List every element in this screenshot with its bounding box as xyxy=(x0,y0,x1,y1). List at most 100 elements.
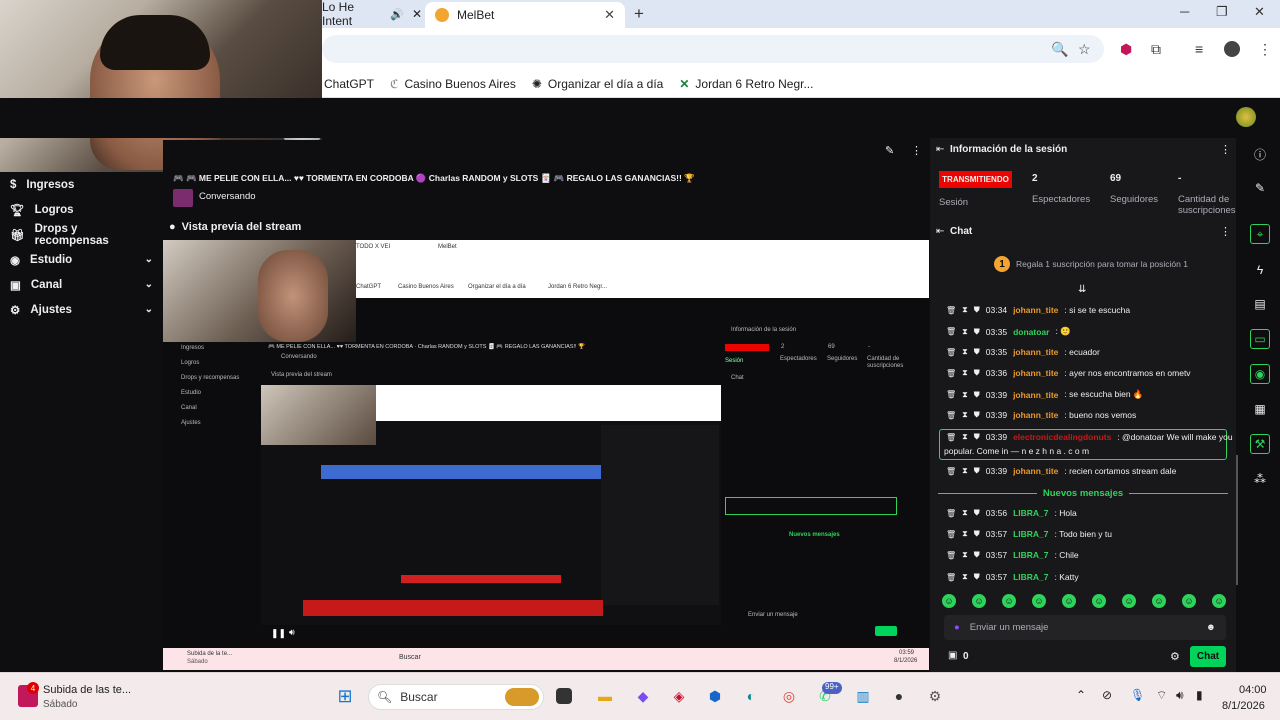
browser-tab-prev[interactable]: Lo He Intent 🔊 ✕ xyxy=(322,0,422,28)
camera-icon[interactable]: ⌖ xyxy=(1250,224,1270,244)
stack-icon[interactable]: ▦ xyxy=(1250,399,1270,419)
message-username[interactable]: donatoar xyxy=(1013,327,1049,337)
chat-collapse-icon[interactable]: ⇤ xyxy=(936,226,944,237)
chat-message[interactable]: 🗑 ⧗ ⛊ 03:39 johann_tite: recien cortamos str… xyxy=(946,466,1176,476)
delete-icon[interactable]: 🗑 xyxy=(946,509,956,518)
search-icon[interactable]: 🔍 xyxy=(1051,41,1068,58)
timeout-icon[interactable]: ⧗ xyxy=(962,508,968,518)
chat-settings-icon[interactable]: ⚙ xyxy=(1170,650,1180,663)
delete-icon[interactable]: 🗑 xyxy=(946,530,956,539)
delete-icon[interactable]: 🗑 xyxy=(946,411,956,420)
delete-icon[interactable]: 🗑 xyxy=(946,327,956,336)
user-avatar[interactable] xyxy=(1236,107,1256,127)
more-icon[interactable]: ⋮ xyxy=(1220,143,1231,156)
stream-category[interactable]: Conversando xyxy=(199,191,256,202)
message-username[interactable]: johann_tite xyxy=(1013,466,1058,476)
bookmark-casino[interactable]: ℭ Casino Buenos Aires xyxy=(390,77,516,91)
browser-tab-active[interactable]: MelBet ✕ xyxy=(425,2,625,28)
delete-icon[interactable]: 🗑 xyxy=(946,348,956,357)
channel-points-icon[interactable]: ▣ xyxy=(948,650,957,661)
message-username[interactable]: johann_tite xyxy=(1013,390,1058,400)
tab-close-icon[interactable]: ✕ xyxy=(604,7,615,23)
stream-preview[interactable]: TODO X VEI MelBet ChatGPT Casino Buenos … xyxy=(163,240,929,670)
minimize-icon[interactable]: ─ xyxy=(1180,4,1189,19)
document-icon[interactable]: ▤ xyxy=(1250,294,1270,314)
copilot-icon[interactable]: ◆ xyxy=(632,685,654,707)
message-username[interactable]: johann_tite xyxy=(1013,347,1058,357)
delete-icon[interactable]: 🗑 xyxy=(946,433,956,442)
message-username[interactable]: johann_tite xyxy=(1013,305,1058,315)
broadcast-icon[interactable]: ◉ xyxy=(1250,364,1270,384)
sidebar-item-estudio[interactable]: ◉ Estudio ⌄ xyxy=(0,247,163,272)
message-username[interactable]: LIBRA_7 xyxy=(1013,572,1048,582)
message-username[interactable]: LIBRA_7 xyxy=(1013,550,1048,560)
message-username[interactable]: johann_tite xyxy=(1013,410,1058,420)
sidebar-item-ingresos[interactable]: $ Ingresos xyxy=(0,172,163,197)
emote-icon[interactable]: ☺ xyxy=(942,594,956,608)
delete-icon[interactable]: 🗑 xyxy=(946,306,956,315)
chat-message[interactable]: 🗑 ⧗ ⛊ 03:39 johann_tite: se escucha bien 🔥 xyxy=(946,389,1144,400)
sidebar-item-canal[interactable]: ▣ Canal ⌄ xyxy=(0,272,163,297)
new-tab-button[interactable]: + xyxy=(634,4,644,24)
chat-message[interactable]: 🗑 ⧗ ⛊ 03:34 johann_tite: si se te escucha xyxy=(946,305,1130,315)
taskbar-search[interactable]: 🔍︎ Buscar xyxy=(368,684,544,710)
edit-pencil-icon[interactable]: ✎ xyxy=(885,144,894,157)
volume-icon[interactable]: 🔊︎ xyxy=(1176,688,1184,703)
timeout-icon[interactable]: ⧗ xyxy=(962,432,968,442)
taskview-icon[interactable] xyxy=(556,688,572,704)
delete-icon[interactable]: 🗑 xyxy=(946,551,956,560)
apps-icon[interactable]: ⁂ xyxy=(1250,469,1270,489)
defender-icon[interactable]: ⬢ xyxy=(704,685,726,707)
chat-message[interactable]: 🗑 ⧗ ⛊ 03:57 LIBRA_7: Katty xyxy=(946,572,1079,582)
emote-icon[interactable]: ☺ xyxy=(972,594,986,608)
wrench-icon[interactable]: ⚒ xyxy=(1250,434,1270,454)
windows-start-icon[interactable]: ⊞ xyxy=(334,685,356,707)
wifi-icon[interactable]: ⌔ xyxy=(1156,688,1167,703)
menu-icon[interactable]: ⋮ xyxy=(1258,41,1272,58)
speaker-icon[interactable]: 🔊 xyxy=(390,8,404,21)
more-icon[interactable]: ⋮ xyxy=(1220,225,1231,238)
chat-message[interactable]: 🗑 ⧗ ⛊ 03:35 johann_tite: ecuador xyxy=(946,347,1100,357)
timeout-icon[interactable]: ⧗ xyxy=(962,529,968,539)
shield-extension-icon[interactable]: ⬢ xyxy=(1120,41,1132,58)
clock-time[interactable]: 04:00 xyxy=(1239,684,1267,696)
restore-icon[interactable]: ❐ xyxy=(1216,4,1228,20)
chat-input[interactable]: ● Enviar un mensaje ☻ xyxy=(944,615,1226,640)
sub-banner-text[interactable]: Regala 1 suscripción para tomar la posic… xyxy=(1016,259,1188,269)
bookmark-jordan[interactable]: ✕ Jordan 6 Retro Negr... xyxy=(679,77,813,91)
delete-icon[interactable]: 🗑 xyxy=(946,390,956,399)
chat-message[interactable]: 🗑 ⧗ ⛊ 03:56 LIBRA_7: Hola xyxy=(946,508,1077,518)
timeout-icon[interactable]: ⧗ xyxy=(962,572,968,582)
calculator-icon[interactable]: ▥ xyxy=(852,685,874,707)
message-username[interactable]: electronicdealingdonuts xyxy=(1013,432,1111,442)
timeout-icon[interactable]: ⧗ xyxy=(962,410,968,420)
bolt-icon[interactable]: ϟ xyxy=(1250,260,1270,280)
omnibox[interactable] xyxy=(322,35,1104,63)
timeout-icon[interactable]: ⧗ xyxy=(962,390,968,400)
chat-message[interactable]: 🗑 ⧗ ⛊ 03:57 LIBRA_7: Todo bien y tu xyxy=(946,529,1112,539)
emote-icon[interactable]: ☺ xyxy=(1092,594,1106,608)
emote-icon[interactable]: ☺ xyxy=(1182,594,1196,608)
timeout-icon[interactable]: ⧗ xyxy=(962,327,968,337)
edge-icon[interactable]: ◐ xyxy=(740,685,762,707)
tray-chevron-icon[interactable]: ⌃ xyxy=(1076,688,1086,702)
info-icon[interactable]: ⓘ xyxy=(1250,144,1270,164)
emote-picker-icon[interactable]: ☻ xyxy=(1206,622,1216,633)
close-icon[interactable]: ✕ xyxy=(1254,4,1265,20)
emote-icon[interactable]: ☺ xyxy=(1032,594,1046,608)
mcafee-icon[interactable]: ◈ xyxy=(668,685,690,707)
tab-close-icon[interactable]: ✕ xyxy=(412,7,422,21)
timeout-icon[interactable]: ⧗ xyxy=(962,466,968,476)
recorder-icon[interactable]: ● xyxy=(888,685,910,707)
chrome-icon[interactable]: ◎ xyxy=(778,685,800,707)
sidebar-item-logros[interactable]: 🏆︎ Logros xyxy=(0,197,163,222)
emote-icon[interactable]: ☺ xyxy=(1062,594,1076,608)
star-icon[interactable]: ☆ xyxy=(1078,41,1091,58)
chat-message[interactable]: 🗑 ⧗ ⛊ 03:36 johann_tite: ayer nos encontramo… xyxy=(946,368,1191,378)
timeout-icon[interactable]: ⧗ xyxy=(962,305,968,315)
message-username[interactable]: LIBRA_7 xyxy=(1013,508,1048,518)
clock-date[interactable]: 8/1/2026 xyxy=(1222,700,1265,712)
delete-icon[interactable]: 🗑 xyxy=(946,369,956,378)
scroll-down-icon[interactable]: ⇊ xyxy=(1078,284,1086,295)
file-explorer-icon[interactable]: ▬ xyxy=(594,685,616,707)
